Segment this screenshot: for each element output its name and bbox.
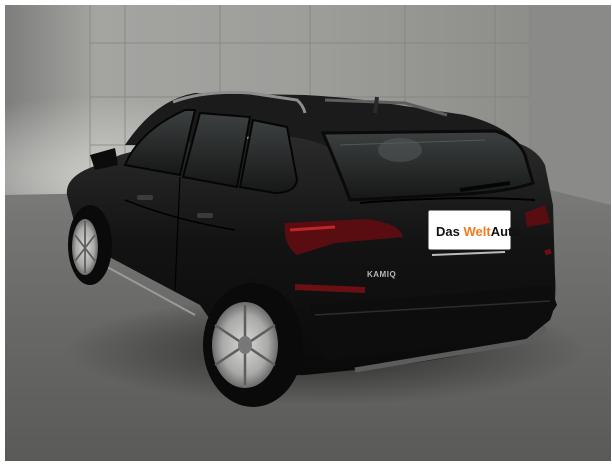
- headrest: [378, 138, 422, 162]
- model-badge: KAMIQ: [367, 270, 396, 279]
- rear-reflector: [294, 284, 366, 293]
- plate-brand-text: Das WeltAuto: [436, 224, 520, 239]
- door-handle: [137, 195, 153, 200]
- car-photo-canvas: Das WeltAuto KAMIQ: [5, 5, 611, 461]
- rear-windshield: [320, 129, 535, 202]
- plate-text-das: Das: [436, 224, 463, 239]
- antenna: [373, 96, 379, 114]
- plate-text-welt: Welt: [463, 224, 491, 239]
- door-handle: [197, 213, 213, 218]
- car-photo: Das WeltAuto KAMIQ: [5, 5, 611, 461]
- plate-text-auto: Auto: [491, 224, 521, 239]
